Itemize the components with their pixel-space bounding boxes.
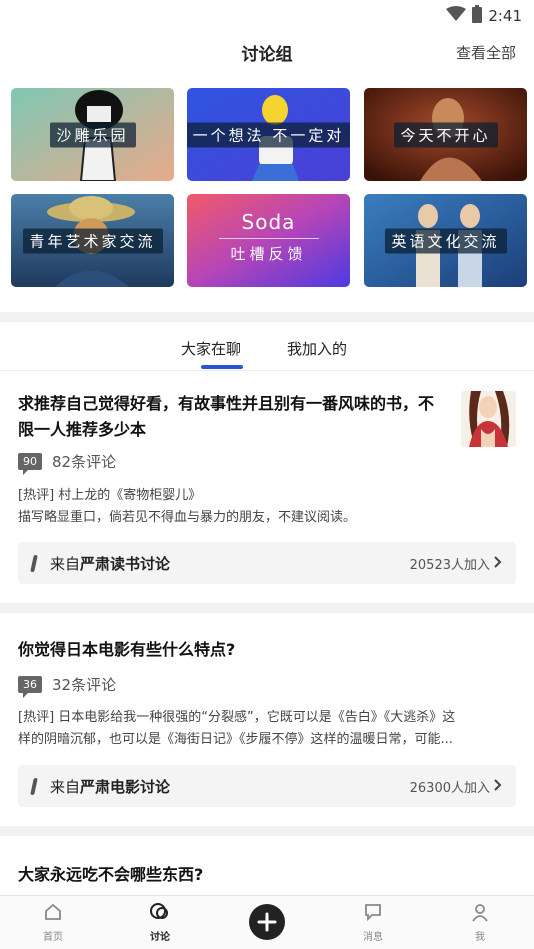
- tab-profile[interactable]: 我: [450, 902, 510, 943]
- status-time: 2:41: [488, 7, 522, 25]
- group-card-feedback[interactable]: Soda 吐槽反馈: [187, 194, 350, 287]
- group-source-bar[interactable]: 来自严肃电影讨论 26300人加入: [18, 765, 516, 807]
- post-title: 求推荐自己觉得好看，有故事性并且别有一番风味的书，不 限一人推荐多少本: [18, 394, 435, 439]
- post-card[interactable]: 大家永远吃不会哪些东西?: [0, 836, 534, 895]
- chevron-right-icon: [494, 555, 502, 572]
- section-divider: [0, 826, 534, 836]
- battery-icon: [472, 5, 483, 27]
- slash-icon: [30, 555, 38, 572]
- plus-icon: [249, 912, 285, 944]
- add-button[interactable]: [249, 904, 285, 940]
- group-label: 今天不开心: [393, 122, 498, 147]
- page-title: 讨论组: [241, 45, 293, 65]
- group-card-unhappy[interactable]: 今天不开心: [364, 88, 527, 181]
- post-card[interactable]: 你觉得日本电影有些什么特点? 36 32条评论 [热评] 日本电影给我一种很强的…: [0, 613, 534, 825]
- tab-everyone-chatting[interactable]: 大家在聊: [181, 338, 241, 359]
- view-all-link[interactable]: 查看全部: [456, 42, 516, 63]
- message-icon: [363, 904, 383, 926]
- post-thumbnail: [461, 391, 516, 447]
- tab-home[interactable]: 首页: [23, 902, 83, 943]
- post-title: 大家永远吃不会哪些东西?: [18, 865, 204, 884]
- tab-indicator: [201, 365, 243, 369]
- tab-discussion[interactable]: 讨论: [130, 902, 190, 943]
- status-bar: 2:41: [0, 0, 534, 30]
- section-divider: [0, 312, 534, 322]
- hot-comment: [热评] 村上龙的《寄物柜婴儿》 描写略显重口，倘若见不得血与暴力的朋友，不建议…: [18, 488, 357, 525]
- group-card-artists[interactable]: 青年艺术家交流: [11, 194, 174, 287]
- comment-row: 90 82条评论: [18, 451, 117, 475]
- source-text: 来自严肃电影讨论: [50, 778, 171, 796]
- home-icon: [43, 903, 63, 926]
- member-count: 26300人加入: [410, 777, 502, 796]
- group-label: 沙雕乐园: [49, 122, 136, 147]
- group-label: 一个想法 不一定对: [187, 122, 350, 147]
- source-text: 来自严肃读书讨论: [50, 555, 171, 573]
- member-count: 20523人加入: [410, 554, 502, 573]
- group-card-sandiao[interactable]: 沙雕乐园: [11, 88, 174, 181]
- header: 讨论组 查看全部: [0, 30, 534, 76]
- group-source-bar[interactable]: 来自严肃读书讨论 20523人加入: [18, 542, 516, 584]
- bottom-tab-bar: 首页 讨论 消息 我: [0, 895, 534, 949]
- section-divider: [0, 603, 534, 613]
- comment-badge: 90: [18, 453, 42, 475]
- comment-row: 36 32条评论: [18, 674, 117, 698]
- wifi-icon: [446, 6, 467, 26]
- post-card[interactable]: 求推荐自己觉得好看，有故事性并且别有一番风味的书，不 限一人推荐多少本 90 8…: [0, 371, 534, 603]
- hot-comment: [热评] 日本电影给我一种很强的“分裂感”，它既可以是《告白》《大逃杀》这 样的…: [18, 710, 456, 747]
- tab-joined[interactable]: 我加入的: [287, 338, 347, 359]
- profile-icon: [470, 904, 490, 926]
- comment-count: 32条评论: [52, 676, 117, 694]
- group-name: 严肃电影讨论: [80, 778, 171, 796]
- comment-count: 82条评论: [52, 453, 117, 471]
- tab-messages[interactable]: 消息: [343, 902, 403, 943]
- group-card-english[interactable]: 英语文化交流: [364, 194, 527, 287]
- feed-tabs: 大家在聊 我加入的: [0, 322, 534, 370]
- group-label: 吐槽反馈: [230, 245, 307, 263]
- post-title: 你觉得日本电影有些什么特点?: [18, 640, 236, 659]
- soda-logo-text: Soda: [241, 210, 296, 234]
- group-label: 青年艺术家交流: [22, 228, 163, 253]
- divider: [218, 238, 319, 239]
- chevron-right-icon: [494, 778, 502, 795]
- group-name: 严肃读书讨论: [80, 555, 171, 573]
- comment-badge: 36: [18, 676, 42, 698]
- group-card-idea[interactable]: 一个想法 不一定对: [187, 88, 350, 181]
- group-label: 英语文化交流: [384, 228, 507, 253]
- discussion-icon: [149, 903, 171, 926]
- slash-icon: [30, 778, 38, 795]
